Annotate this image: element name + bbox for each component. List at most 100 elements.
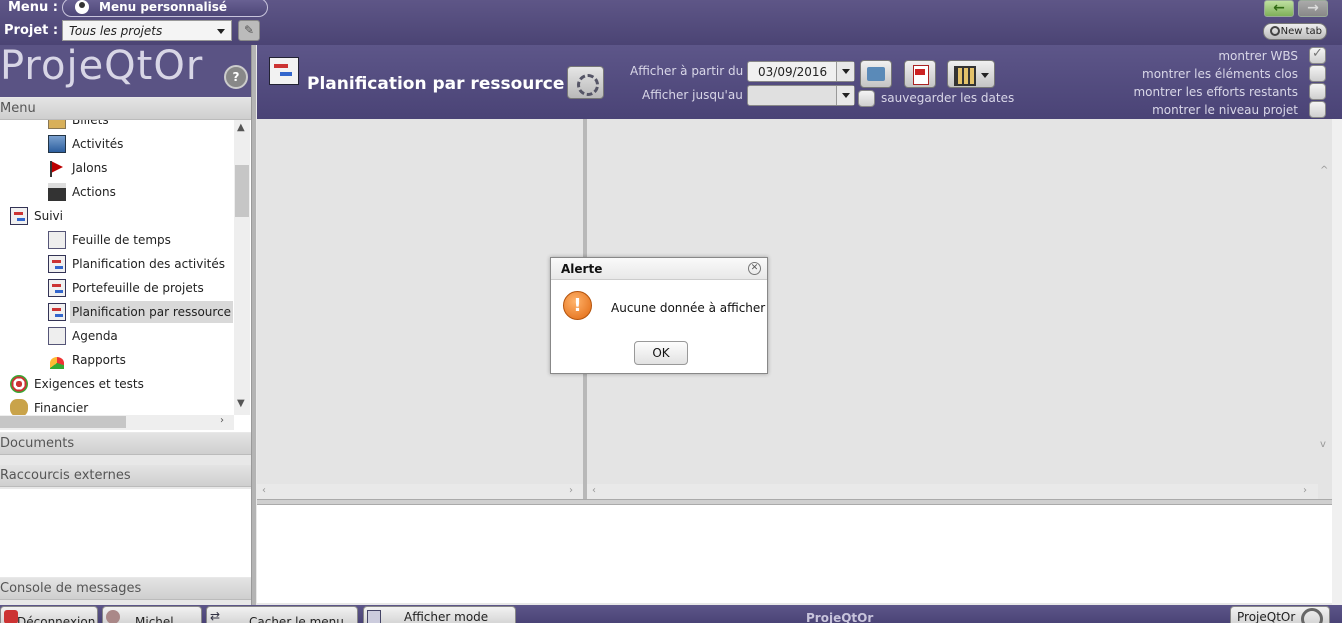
activity-icon bbox=[48, 135, 66, 153]
shortcuts-panel bbox=[0, 489, 251, 577]
left-panel-splitter[interactable] bbox=[251, 45, 256, 605]
menu-selector-value: Menu personnalisé bbox=[99, 0, 228, 14]
warning-icon: ! bbox=[563, 291, 592, 320]
hide-menu-button[interactable]: ⇄ Cacher le menu bbox=[206, 606, 358, 623]
scrollbar-thumb[interactable] bbox=[235, 165, 249, 217]
ticket-icon bbox=[48, 120, 66, 129]
q-logo-icon bbox=[1301, 608, 1323, 623]
show-closed-checkbox[interactable] bbox=[1309, 65, 1326, 82]
menu-selector[interactable]: Menu personnalisé bbox=[62, 0, 268, 17]
save-dates-checkbox[interactable] bbox=[858, 90, 875, 107]
calendar-icon bbox=[48, 327, 66, 345]
avatar bbox=[106, 610, 120, 623]
new-tab-button[interactable]: New tab bbox=[1263, 23, 1327, 40]
show-project-level-label: montrer le niveau projet bbox=[1152, 103, 1298, 117]
menu-item-label: Portefeuille de projets bbox=[72, 281, 204, 295]
right-edge-strip bbox=[1332, 119, 1342, 605]
project-select-value: Tous les projets bbox=[69, 24, 163, 38]
gantt-hscrollbar[interactable]: ‹ › bbox=[587, 484, 1318, 499]
display-mode-label: Afficher mode bbox=[404, 610, 489, 623]
dialog-message: Aucune donnée à afficher bbox=[611, 301, 766, 315]
pdf-export-button[interactable] bbox=[904, 60, 936, 88]
display-mode-button[interactable]: Afficher mode bbox=[363, 606, 516, 623]
chevron-down-icon bbox=[217, 29, 225, 34]
user-icon bbox=[75, 0, 89, 14]
logout-icon bbox=[4, 610, 18, 623]
top-bar: Menu : Menu personnalisé Projet : Tous l… bbox=[0, 0, 1342, 45]
swap-arrows-icon: ⇄ bbox=[210, 609, 221, 623]
arrow-right-icon: → bbox=[1307, 0, 1319, 16]
chevron-left-icon[interactable]: ‹ bbox=[262, 485, 266, 496]
user-button[interactable]: Michel bbox=[102, 606, 202, 623]
menu-item-label: Planification par ressource bbox=[70, 301, 234, 323]
menu-item-label: Planification des activités bbox=[72, 257, 226, 271]
pie-chart-icon bbox=[48, 351, 66, 369]
milestone-flag-icon bbox=[48, 159, 66, 177]
display-mode-icon bbox=[367, 610, 381, 623]
chevron-down-icon[interactable]: v bbox=[1320, 439, 1326, 450]
help-button[interactable]: ? bbox=[224, 65, 248, 89]
gantt-vscrollbar[interactable]: ^ v bbox=[1318, 119, 1332, 499]
close-icon[interactable]: ✕ bbox=[748, 262, 761, 275]
chevron-right-icon[interactable]: › bbox=[220, 415, 224, 426]
portfolio-icon bbox=[48, 279, 66, 297]
planning-header: Planification par ressource Afficher à p… bbox=[257, 45, 1342, 119]
app-logo: ProjeQtOr bbox=[0, 43, 204, 89]
ok-button[interactable]: OK bbox=[634, 341, 688, 365]
logout-button[interactable]: Déconnexion bbox=[0, 606, 98, 623]
show-project-level-checkbox[interactable] bbox=[1309, 101, 1326, 118]
scrollbar-thumb[interactable] bbox=[0, 416, 126, 428]
dialog-title: Alerte bbox=[561, 262, 603, 276]
shortcuts-panel-header[interactable]: Raccourcis externes bbox=[0, 465, 251, 487]
chevron-down-icon[interactable] bbox=[836, 86, 854, 105]
menu-item-label: Actions bbox=[72, 185, 116, 199]
alert-dialog: Alerte ✕ ! Aucune donnée à afficher OK bbox=[550, 257, 768, 374]
plan-calculate-button[interactable] bbox=[567, 66, 604, 99]
menu-label: Menu : bbox=[8, 0, 58, 15]
columns-selector-button[interactable] bbox=[947, 60, 995, 88]
show-wbs-checkbox[interactable] bbox=[1309, 46, 1326, 64]
print-button[interactable] bbox=[860, 60, 892, 88]
about-label: ProjeQtOr bbox=[1237, 610, 1296, 623]
to-date-label: Afficher jusqu'au bbox=[642, 88, 743, 102]
project-select[interactable]: Tous les projets bbox=[62, 20, 232, 41]
footer-bar: Déconnexion Michel ⇄ Cacher le menu Affi… bbox=[0, 605, 1342, 623]
about-button[interactable]: ProjeQtOr bbox=[1230, 606, 1330, 623]
menu-tree-vscrollbar[interactable]: ▲ ▼ bbox=[234, 120, 250, 415]
chevron-down-icon[interactable] bbox=[836, 62, 854, 81]
project-edit-button[interactable]: ✎ bbox=[238, 20, 260, 41]
show-wbs-label: montrer WBS bbox=[1218, 49, 1298, 63]
tree-hscrollbar[interactable]: ‹ › bbox=[257, 484, 583, 499]
detail-pane bbox=[257, 505, 1332, 603]
back-button[interactable]: ← bbox=[1264, 0, 1294, 17]
menu-panel-header[interactable]: Menu bbox=[0, 98, 251, 120]
menu-item-label: Agenda bbox=[72, 329, 118, 343]
gantt-icon bbox=[10, 207, 28, 225]
from-date-input[interactable]: 03/09/2016 bbox=[747, 61, 855, 82]
menu-item-label: Activités bbox=[72, 137, 124, 151]
chevron-up-icon[interactable]: ^ bbox=[1320, 165, 1328, 176]
logo-area: ProjeQtOr ? bbox=[0, 43, 252, 97]
show-closed-label: montrer les éléments clos bbox=[1142, 67, 1298, 81]
planning-tree-pane bbox=[257, 119, 583, 499]
forward-button[interactable]: → bbox=[1298, 0, 1328, 17]
chevron-left-icon[interactable]: ‹ bbox=[592, 485, 596, 496]
menu-item-label: Billets bbox=[72, 120, 109, 127]
dialog-title-bar: Alerte ✕ bbox=[551, 258, 767, 280]
chevron-right-icon[interactable]: › bbox=[569, 485, 573, 496]
documents-panel-header[interactable]: Documents bbox=[0, 433, 251, 455]
show-remaining-label: montrer les efforts restants bbox=[1133, 85, 1298, 99]
show-remaining-checkbox[interactable] bbox=[1309, 83, 1326, 100]
to-date-input[interactable] bbox=[747, 85, 855, 106]
logout-label: Déconnexion bbox=[17, 615, 96, 623]
hide-menu-label: Cacher le menu bbox=[249, 615, 344, 623]
footer-app-name: ProjeQtOr bbox=[806, 611, 874, 623]
menu-item-label: Feuille de temps bbox=[72, 233, 171, 247]
chevron-up-icon[interactable]: ▲ bbox=[237, 122, 245, 133]
timesheet-icon bbox=[48, 231, 66, 249]
menu-tree-hscrollbar[interactable]: › bbox=[0, 415, 234, 430]
chevron-right-icon[interactable]: › bbox=[1303, 485, 1307, 496]
chevron-down-icon[interactable]: ▼ bbox=[237, 398, 245, 409]
console-panel-header[interactable]: Console de messages bbox=[0, 578, 251, 600]
save-dates-label: sauvegarder les dates bbox=[881, 91, 1015, 105]
